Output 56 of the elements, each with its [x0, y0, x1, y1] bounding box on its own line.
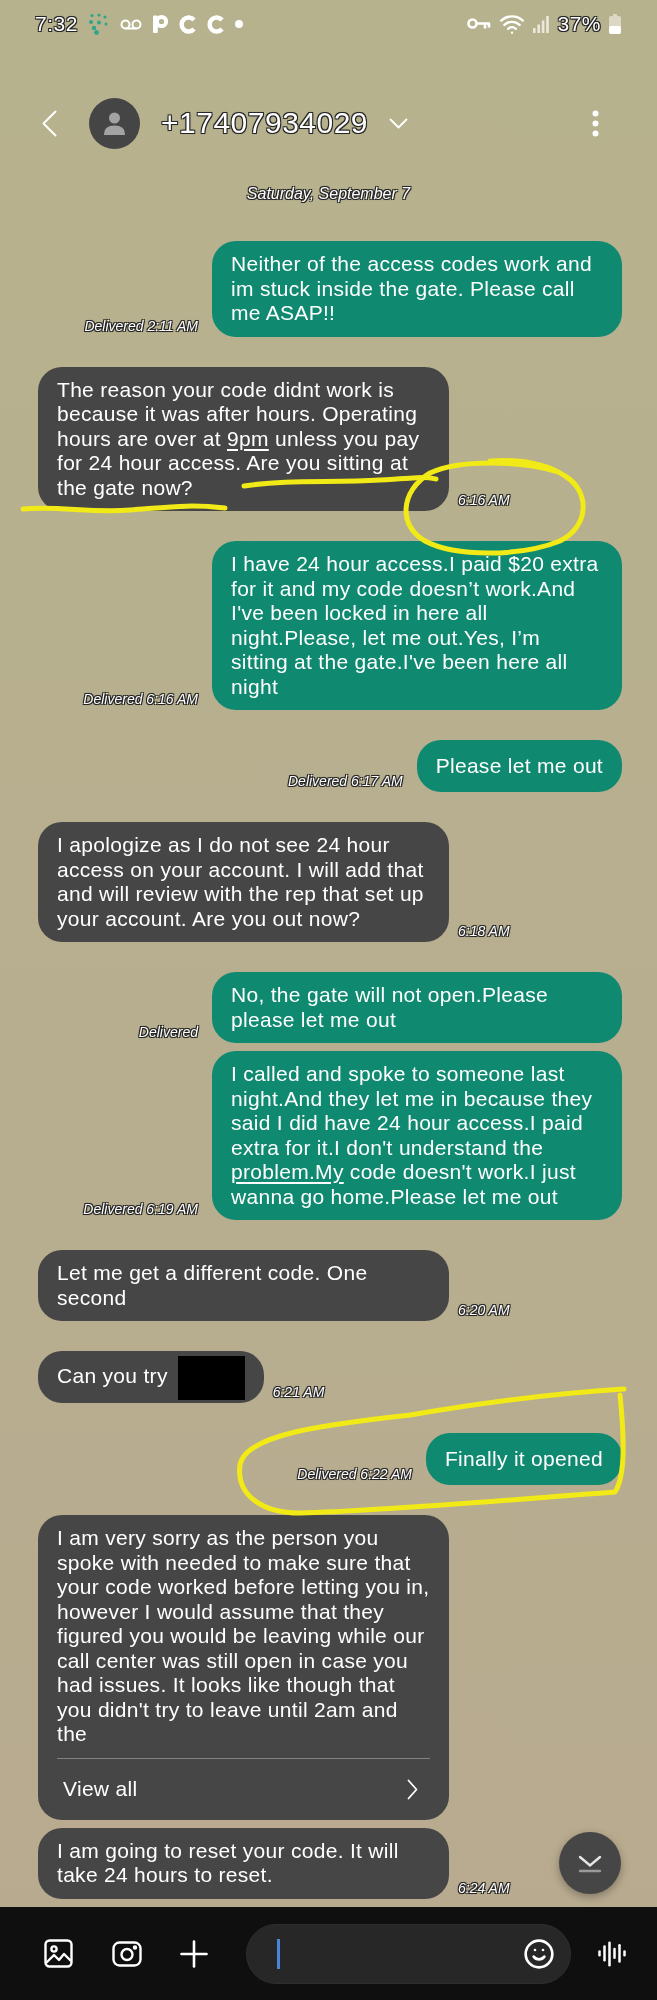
- chevron-left-icon: [41, 109, 57, 137]
- message-time: 6:21 AM: [272, 1384, 325, 1400]
- voicemail-icon: [119, 18, 142, 30]
- message-text: I have 24 hour access.I paid $20 extra for it and my code doesn’t work.And I've been locked in here all night.Please, let me out.Yes, I’m sitting at the gate.I've been here all night: [231, 552, 600, 698]
- message-text: I called and spoke to someone last night.And they let me in because they said I did have 24 hour access.I paid extra for it.I don't understand the problem.My code doesn't work.I just wanna go home.Please let me out: [231, 1062, 594, 1208]
- chevron-right-icon: [407, 1778, 418, 1800]
- text-link[interactable]: problem.My: [231, 1160, 344, 1183]
- gallery-button[interactable]: [43, 1938, 73, 1969]
- text-link[interactable]: 9pm: [227, 426, 269, 450]
- p-logo-icon: [151, 14, 169, 34]
- delivery-status: Delivered 6:17 AM: [288, 773, 403, 789]
- contact-number: +17407934029: [161, 106, 369, 140]
- message-text: Let me get a different code. One second: [57, 1261, 369, 1309]
- text-cursor: [277, 1938, 280, 1969]
- message-text: Finally it opened: [444, 1446, 603, 1470]
- camera-icon: [112, 1940, 142, 1967]
- view-all-button[interactable]: View all: [57, 1758, 430, 1820]
- delivery-status: Delivered: [138, 1024, 198, 1040]
- message-time: 6:24 AM: [458, 1879, 510, 1896]
- message-text: I am going to reset your code. It will take 24 hours to reset.: [57, 1838, 400, 1886]
- message-text: Can you try: [57, 1364, 168, 1388]
- battery-icon: [609, 14, 621, 34]
- battery-percent: 37%: [557, 12, 601, 36]
- status-time: 7:32: [35, 12, 78, 36]
- message-text: No, the gate will not open.Please please let me out: [231, 983, 549, 1031]
- more-icon: [591, 109, 599, 137]
- dot-icon: [234, 20, 243, 28]
- delivery-status: Delivered 6:16 AM: [83, 691, 198, 707]
- chevron-down-icon: [388, 117, 408, 129]
- image-icon: [43, 1939, 73, 1968]
- key-icon: [467, 17, 492, 31]
- message-text: Please let me out: [435, 753, 603, 777]
- redaction-block: [177, 1355, 245, 1400]
- date-divider: Saturday, September 7: [246, 185, 411, 203]
- message-time: 6:16 AM: [458, 492, 510, 508]
- signal-icon: [533, 15, 550, 33]
- avatar-icon[interactable]: [89, 97, 140, 149]
- message-text: I apologize as I do not see 24 hour access on your account. I will add that and will review with the rep that set up your account. Are you out now?: [57, 833, 425, 930]
- add-button[interactable]: [179, 1938, 209, 1969]
- scroll-down-button[interactable]: [559, 1832, 621, 1894]
- smile-icon: [523, 1937, 555, 1970]
- camera-button[interactable]: [112, 1938, 142, 1969]
- message-text: Neither of the access codes work and im stuck inside the gate. Please call me ASAP!!: [231, 252, 593, 324]
- chevron-down-line-icon: [576, 1853, 604, 1873]
- c-logo-icon: [178, 14, 197, 34]
- delivery-status: Delivered 6:22 AM: [297, 1466, 412, 1482]
- plus-icon: [180, 1939, 208, 1968]
- message-time: 6:18 AM: [458, 923, 510, 939]
- emoji-button[interactable]: [523, 1937, 555, 1970]
- message-text: I am very sorry as the person you spoke with needed to make sure that your code worked before letting you in, however I would assume that they figured you would be leaving while our call center was still open in case you had issues. It looks like though that you didn't try to leave until 2am and the: [57, 1526, 431, 1745]
- message-time: 6:20 AM: [458, 1302, 510, 1318]
- c-logo-icon: [206, 14, 225, 34]
- delivery-status: Delivered 6:19 AM: [83, 1201, 198, 1217]
- message-text: The reason your code didnt work is because it was after hours. Operating hours are over at 9pm unless you pay for 24 hour access. Are you sitting at the gate now?: [57, 377, 421, 499]
- delivery-status: Delivered 2:11 AM: [84, 317, 198, 334]
- dots-icon: [87, 13, 110, 35]
